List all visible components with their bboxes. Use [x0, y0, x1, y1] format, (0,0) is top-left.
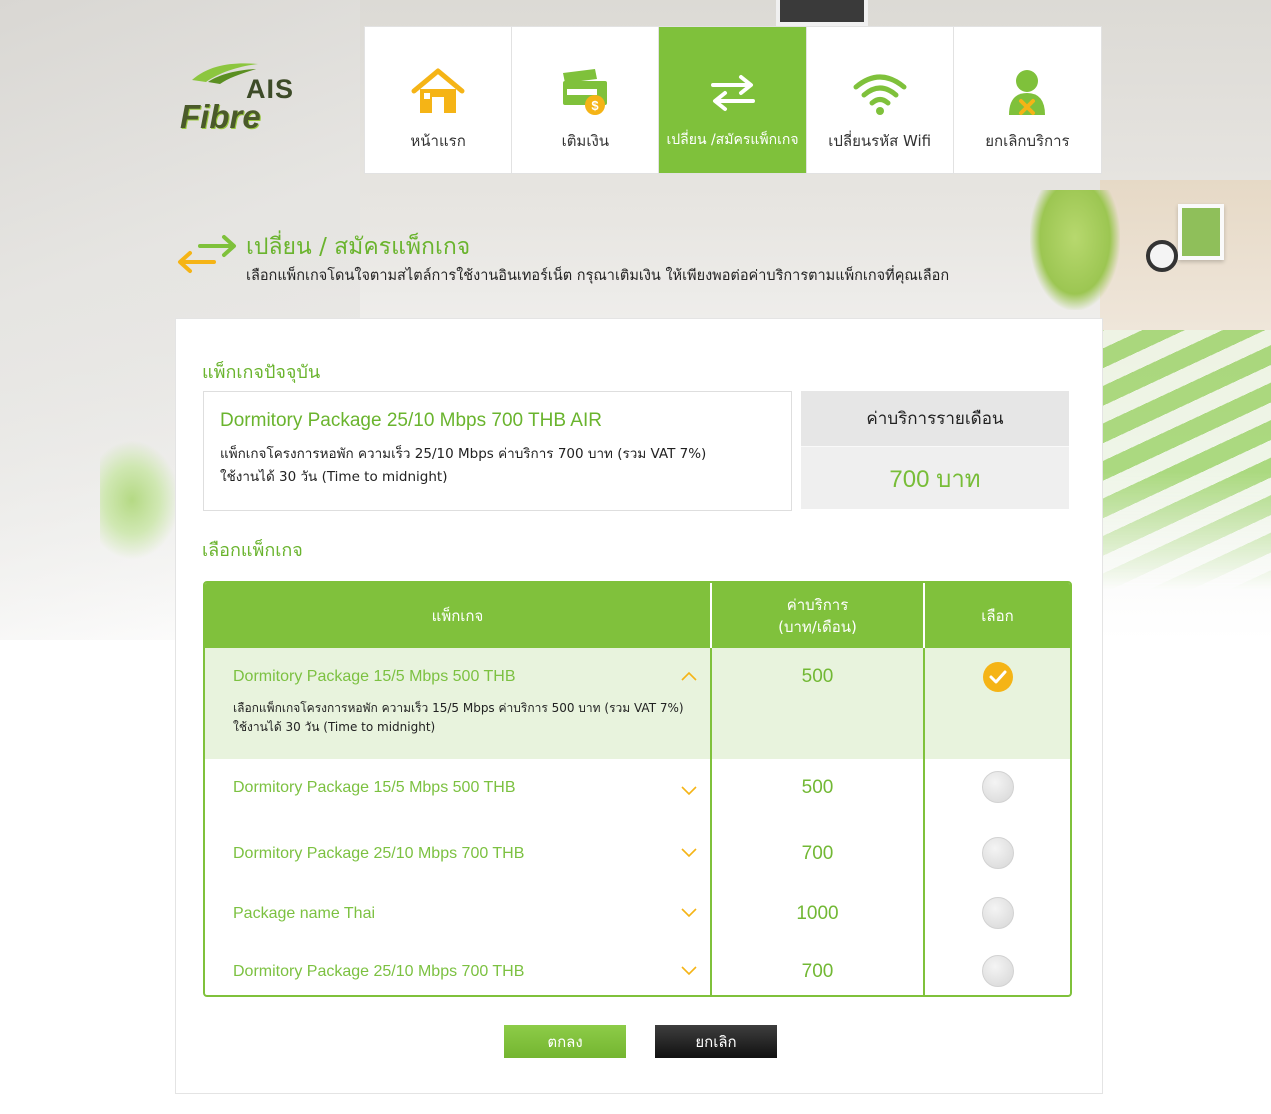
- package-name: Package name Thai: [233, 905, 376, 922]
- package-name-cell: Package name Thai: [205, 885, 712, 945]
- nav-label-topup: เติมเงิน: [561, 132, 610, 150]
- page-description: เลือกแพ็กเกจโดนใจตามสไตล์การใช้งานอินเทอ…: [246, 268, 950, 284]
- package-name: Dormitory Package 25/10 Mbps 700 THB: [233, 845, 525, 862]
- package-radio[interactable]: [981, 955, 1014, 987]
- package-radio[interactable]: [981, 771, 1014, 803]
- package-price-cell: 500: [712, 759, 925, 825]
- nav-item-wifi[interactable]: เปลี่ยนรหัส Wifi: [806, 27, 954, 173]
- monthly-fee-value: 700 บาท: [889, 465, 981, 493]
- table-header: แพ็กเกจ ค่าบริการ (บาท/เดือน) เลือก: [205, 583, 1070, 648]
- monthly-fee-box: ค่าบริการรายเดือน 700 บาท: [801, 391, 1069, 509]
- background-clock: [1146, 240, 1178, 272]
- table-row[interactable]: Package name Thai 1000: [205, 885, 1070, 945]
- nav-item-cancel-service[interactable]: ยกเลิกบริการ: [953, 27, 1102, 173]
- header-package: แพ็กเกจ: [205, 583, 712, 648]
- current-package-desc-line1: แพ็กเกจโครงการหอพัก ความเร็ว 25/10 Mbps …: [220, 446, 707, 462]
- background-photo-frame: [1178, 204, 1224, 260]
- package-name-cell: Dormitory Package 15/5 Mbps 500 THB เลือ…: [205, 648, 712, 759]
- nav-label-home: หน้าแรก: [410, 132, 466, 150]
- package-price-cell: 700: [712, 825, 925, 885]
- package-price: 500: [801, 777, 834, 798]
- chevron-down-icon[interactable]: [680, 785, 698, 797]
- header-price-line2: (บาท/เดือน): [778, 617, 857, 636]
- nav-label-change-package: เปลี่ยน /สมัครแพ็กเกจ: [666, 132, 799, 148]
- package-name: Dormitory Package 15/5 Mbps 500 THB: [233, 779, 516, 796]
- nav-label-cancel-service: ยกเลิกบริการ: [985, 132, 1070, 150]
- monthly-fee-label: ค่าบริการรายเดือน: [801, 391, 1069, 447]
- package-price-cell: 500: [712, 648, 925, 759]
- package-price: 1000: [796, 903, 839, 924]
- current-package-box: Dormitory Package 25/10 Mbps 700 THB AIR…: [203, 391, 792, 511]
- table-row[interactable]: Dormitory Package 15/5 Mbps 500 THB เลือ…: [205, 648, 1070, 759]
- package-name-cell: Dormitory Package 25/10 Mbps 700 THB: [205, 945, 712, 995]
- background-shelf: [1100, 180, 1271, 480]
- package-radio[interactable]: [981, 897, 1014, 929]
- swap-arrows-icon: [178, 235, 236, 273]
- background-striped-bedding: [1100, 330, 1271, 590]
- background-rug: [100, 440, 180, 560]
- table-row[interactable]: Dormitory Package 25/10 Mbps 700 THB 700: [205, 945, 1070, 995]
- chevron-up-icon[interactable]: [680, 670, 698, 682]
- nav-item-home[interactable]: หน้าแรก: [365, 27, 513, 173]
- package-price: 500: [801, 666, 834, 687]
- package-radio-selected[interactable]: [982, 662, 1013, 692]
- package-price: 700: [801, 843, 834, 864]
- current-package-title: แพ็กเกจปัจจุบัน: [202, 362, 321, 383]
- package-price-cell: 700: [712, 945, 925, 995]
- package-select-cell: [925, 885, 1070, 945]
- topup-icon: $: [563, 69, 608, 115]
- cancel-button[interactable]: ยกเลิก: [655, 1025, 777, 1058]
- package-name-cell: Dormitory Package 25/10 Mbps 700 THB: [205, 825, 712, 885]
- package-radio[interactable]: [981, 837, 1014, 869]
- swap-arrows-icon: [710, 75, 755, 111]
- package-select-cell: [925, 648, 1070, 759]
- background-plush-toy: [1030, 190, 1120, 310]
- chevron-down-icon[interactable]: [680, 847, 698, 859]
- nav-label-wifi: เปลี่ยนรหัส Wifi: [828, 132, 932, 150]
- header-price: ค่าบริการ (บาท/เดือน): [712, 583, 925, 648]
- package-price: 700: [801, 961, 834, 982]
- ok-button[interactable]: ตกลง: [504, 1025, 626, 1058]
- cancel-user-icon: [1009, 70, 1046, 115]
- package-name: Dormitory Package 25/10 Mbps 700 THB: [233, 963, 525, 980]
- nav-item-topup[interactable]: $ เติมเงิน: [512, 27, 660, 173]
- table-row[interactable]: Dormitory Package 15/5 Mbps 500 THB 500: [205, 759, 1070, 825]
- select-package-title: เลือกแพ็กเกจ: [202, 540, 303, 561]
- checkmark-icon: [989, 670, 1006, 684]
- current-package-name: Dormitory Package 25/10 Mbps 700 THB AIR: [220, 410, 602, 431]
- package-desc-line1: เลือกแพ็กเกจโครงการหอพัก ความเร็ว 15/5 M…: [233, 701, 684, 715]
- page-title: เปลี่ยน / สมัครแพ็กเกจ: [246, 234, 471, 260]
- current-package-desc-line2: ใช้งานได้ 30 วัน (Time to midnight): [220, 469, 448, 485]
- package-select-cell: [925, 759, 1070, 825]
- home-icon: [411, 68, 465, 113]
- main-nav: หน้าแรก $ เติมเงิน เปลี่ยน /สมัครแพ็กเกจ…: [364, 26, 1102, 174]
- background-picture-frame: [776, 0, 868, 26]
- wifi-icon: [853, 74, 907, 115]
- svg-text:$: $: [592, 98, 600, 113]
- chevron-down-icon[interactable]: [680, 965, 698, 977]
- package-select-cell: [925, 945, 1070, 995]
- header-choose: เลือก: [981, 606, 1014, 625]
- package-card: แพ็กเกจปัจจุบัน Dormitory Package 25/10 …: [175, 318, 1103, 1094]
- logo-fibre-text: Fibre: [180, 98, 261, 135]
- ais-fibre-logo[interactable]: AIS Fibre: [176, 60, 306, 136]
- table-row[interactable]: Dormitory Package 25/10 Mbps 700 THB 700: [205, 825, 1070, 885]
- package-name: Dormitory Package 15/5 Mbps 500 THB: [233, 668, 516, 685]
- nav-item-change-package[interactable]: เปลี่ยน /สมัครแพ็กเกจ: [659, 27, 807, 173]
- package-price-cell: 1000: [712, 885, 925, 945]
- header-price-line1: ค่าบริการ: [786, 595, 849, 614]
- package-name-cell: Dormitory Package 15/5 Mbps 500 THB: [205, 759, 712, 825]
- package-desc-line2: ใช้งานได้ 30 วัน (Time to midnight): [233, 720, 436, 734]
- chevron-down-icon[interactable]: [680, 907, 698, 919]
- package-table: แพ็กเกจ ค่าบริการ (บาท/เดือน) เลือก Dorm…: [203, 581, 1072, 997]
- package-select-cell: [925, 825, 1070, 885]
